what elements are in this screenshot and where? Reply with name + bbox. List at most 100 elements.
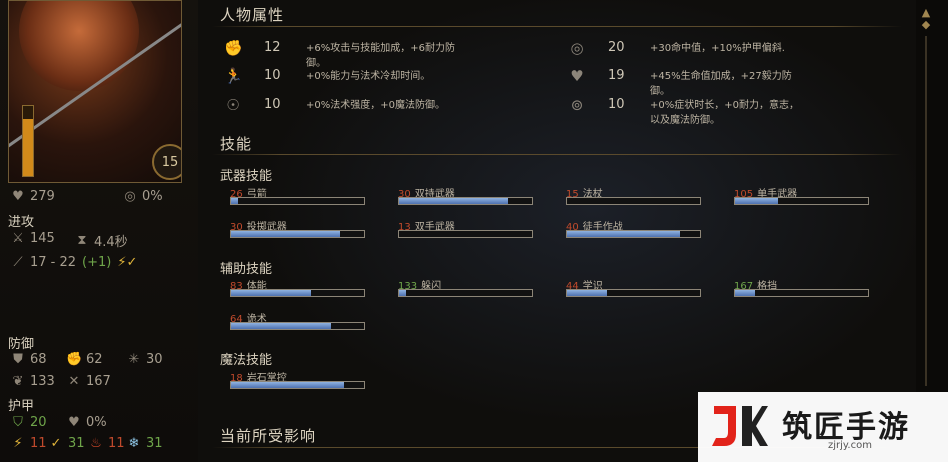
damage-reduction-value: 167 xyxy=(86,374,111,389)
skill-entry[interactable]: 44 学识 xyxy=(566,277,701,299)
health-value: 279 xyxy=(30,189,55,204)
speed-value: 4.4秒 xyxy=(94,235,128,250)
attribute-description: +0%能力与法术冷却时间。 xyxy=(306,71,431,82)
health-bar xyxy=(22,105,34,177)
burst-icon: ✳ xyxy=(128,351,140,367)
accuracy-stat: ◎ 0% xyxy=(122,189,163,204)
skill-entry[interactable]: 30 投掷武器 xyxy=(230,218,365,240)
skill-progress-bar xyxy=(566,289,701,297)
damage-stat: ⟋ 17 - 22 (+1) ⚡✓ xyxy=(10,255,137,270)
skill-progress-fill xyxy=(567,290,607,296)
skill-progress-bar xyxy=(734,289,869,297)
skill-progress-fill xyxy=(231,323,331,329)
skill-progress-fill xyxy=(399,290,406,296)
speed-stat: ⧗ 4.4秒 xyxy=(74,231,128,250)
slash-resist-icon: ⚡ xyxy=(13,435,23,451)
skill-progress-bar xyxy=(230,197,365,205)
wing-icon: ❦ xyxy=(12,373,24,389)
skill-entry[interactable]: 18 岩石掌控 xyxy=(230,369,365,391)
damage-bonus: (+1) xyxy=(82,255,112,270)
skill-progress-bar xyxy=(230,381,365,389)
watermark-logo: 筑匠手游 zjrjy.com xyxy=(698,392,948,462)
skill-progress-bar xyxy=(566,230,701,238)
skill-progress-fill xyxy=(399,198,509,204)
skill-progress-bar xyxy=(230,289,365,297)
skill-progress-fill xyxy=(231,231,341,237)
skill-entry[interactable]: 13 双手武器 xyxy=(398,218,533,240)
fire-icon: ♨ xyxy=(90,435,102,451)
sword-icon: ⟋ xyxy=(13,254,23,270)
attribute-value: 20 xyxy=(608,40,625,55)
character-portrait[interactable]: 15 xyxy=(8,0,182,183)
skill-entry[interactable]: 105 单手武器 xyxy=(734,185,869,207)
resolve-icon[interactable]: ⊚ xyxy=(568,96,586,114)
scrollbar[interactable]: ▲ ◆ xyxy=(916,0,936,390)
effects-title: 当前所受影响 xyxy=(220,427,317,445)
constitution-icon[interactable]: ♥ xyxy=(568,67,586,85)
skill-entry[interactable]: 40 徒手作战 xyxy=(566,218,701,240)
attack-stat: ⚔ 145 xyxy=(10,231,55,246)
watermark-url: zjrjy.com xyxy=(828,440,872,451)
deflection-value: 68 xyxy=(30,352,47,367)
crossed-blades-icon: ✕ xyxy=(68,373,80,389)
snowflake-icon: ❄ xyxy=(128,435,140,451)
damage-value: 17 - 22 xyxy=(30,255,77,270)
shield-heart-icon: ♥ xyxy=(68,414,80,430)
skill-entry[interactable]: 83 体能 xyxy=(230,277,365,299)
skills-divider xyxy=(212,154,902,155)
accuracy-value: 0% xyxy=(142,189,163,204)
attribute-value: 10 xyxy=(264,97,281,112)
skill-progress-fill xyxy=(735,290,755,296)
pierce-resist-icon: ✓ xyxy=(50,435,62,451)
hourglass-icon: ⧗ xyxy=(77,232,87,248)
reflex-value: 30 xyxy=(146,352,163,367)
resist-freeze: ❄ 31 xyxy=(126,436,163,451)
support-skills-heading: 辅助技能 xyxy=(220,262,273,277)
skill-entry[interactable]: 64 诡术 xyxy=(230,310,365,332)
skill-progress-fill xyxy=(735,198,778,204)
magic-skills-heading: 魔法技能 xyxy=(220,353,273,368)
skill-progress-fill xyxy=(567,231,681,237)
level-badge: 15 xyxy=(152,144,181,180)
attribute-value: 19 xyxy=(608,68,625,83)
skill-entry[interactable]: 15 法杖 xyxy=(566,185,701,207)
portrait-helmet xyxy=(19,1,139,91)
scroll-handle-icon[interactable]: ◆ xyxy=(919,18,933,32)
attribute-description: +0%法术强度，+0魔法防御。 xyxy=(306,100,445,111)
attribute-description: +0%症状时长，+0耐力，意志，以及魔法防御。 xyxy=(650,100,799,126)
fortitude-value: 62 xyxy=(86,352,103,367)
resist-value-3: 11 xyxy=(108,436,125,451)
skill-entry[interactable]: 133 躲闪 xyxy=(398,277,533,299)
intellect-icon[interactable]: ☉ xyxy=(224,96,242,114)
skill-entry[interactable]: 26 弓箭 xyxy=(230,185,365,207)
attribute-value: 10 xyxy=(608,97,625,112)
watermark-mark-icon xyxy=(712,406,768,446)
scroll-track[interactable] xyxy=(925,36,927,386)
health-stat: ♥ 279 xyxy=(10,189,55,204)
skill-progress-bar xyxy=(230,322,365,330)
shield-icon: ⛊ xyxy=(13,351,23,367)
attribute-value: 12 xyxy=(264,40,281,55)
skill-progress-bar xyxy=(734,197,869,205)
resist-value-1: 11 xyxy=(30,436,47,451)
defense-heading: 防御 xyxy=(8,337,35,352)
skill-progress-bar xyxy=(398,289,533,297)
offense-heading: 进攻 xyxy=(8,215,35,230)
dexterity-icon[interactable]: 🏃 xyxy=(224,67,243,85)
might-icon[interactable]: ✊ xyxy=(224,39,243,57)
fist-icon: ✊ xyxy=(66,351,83,367)
skill-entry[interactable]: 30 双持武器 xyxy=(398,185,533,207)
skill-progress-fill xyxy=(231,290,311,296)
skills-title: 技能 xyxy=(220,135,253,153)
skill-progress-bar xyxy=(230,230,365,238)
will-value: 133 xyxy=(30,374,55,389)
attributes-title: 人物属性 xyxy=(220,6,285,24)
heart-icon: ♥ xyxy=(12,188,24,204)
armor-value-1: 20 xyxy=(30,415,47,430)
attack-value: 145 xyxy=(30,231,55,246)
skill-entry[interactable]: 167 格挡 xyxy=(734,277,869,299)
crossed-swords-icon: ⚔ xyxy=(12,230,24,246)
resist-pierce: ✓ 31 xyxy=(48,436,85,451)
perception-icon[interactable]: ◎ xyxy=(568,39,586,57)
will-stat: ❦ 133 xyxy=(10,374,55,389)
